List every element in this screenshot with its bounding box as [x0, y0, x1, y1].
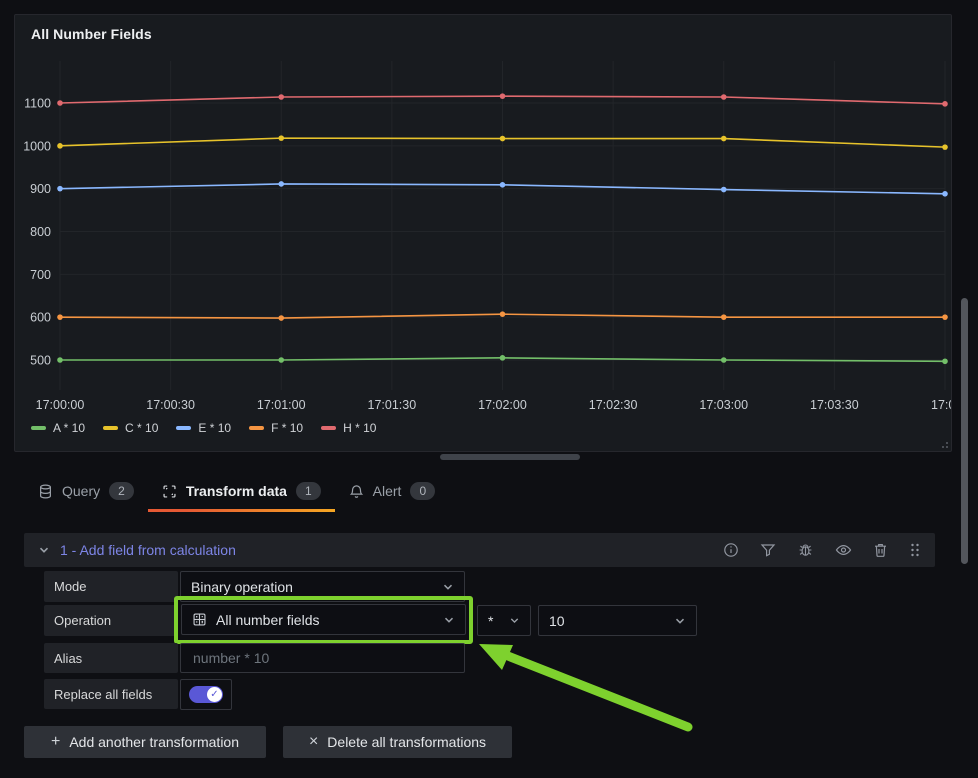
svg-text:17:00:00: 17:00:00	[36, 398, 85, 412]
svg-text:1100: 1100	[24, 97, 51, 111]
operation-left-select[interactable]: All number fields	[181, 604, 466, 635]
tab-alert-badge: 0	[410, 482, 435, 500]
legend-color-chip	[103, 426, 118, 430]
alias-input-wrapper	[180, 643, 465, 673]
calculator-icon	[192, 612, 207, 627]
svg-text:17:03:30: 17:03:30	[810, 398, 859, 412]
svg-text:17:02:00: 17:02:00	[478, 398, 527, 412]
chevron-down-icon[interactable]	[38, 544, 50, 556]
legend-label: C * 10	[125, 421, 158, 435]
timeseries-chart[interactable]: 17:00:00 17:00:30 17:01:00 17:01:30 17:02:00…	[15, 15, 951, 415]
legend-label: A * 10	[53, 421, 85, 435]
process-icon	[162, 484, 177, 499]
legend-color-chip	[321, 426, 336, 430]
operation-left-value: All number fields	[216, 612, 320, 628]
panel-resize-grip[interactable]	[940, 440, 948, 448]
trash-icon[interactable]	[873, 542, 888, 558]
svg-text:17:01:30: 17:01:30	[368, 398, 417, 412]
operation-right-select[interactable]: 10	[538, 605, 697, 636]
tab-query-label: Query	[62, 483, 100, 499]
mode-select-value: Binary operation	[191, 579, 293, 595]
svg-text:17:00:30: 17:00:30	[146, 398, 195, 412]
operation-right-value: 10	[549, 613, 565, 629]
legend-item[interactable]: A * 10	[31, 421, 85, 435]
tab-transform-badge: 1	[296, 482, 321, 500]
toggle-pill: ✓	[189, 686, 223, 703]
panel-editor-tabs: Query 2 Transform data 1 Alert 0	[24, 474, 449, 508]
svg-text:17:04:: 17:04:	[931, 398, 951, 412]
svg-text:700: 700	[30, 268, 51, 282]
operator-value: *	[488, 613, 493, 629]
tab-transform-data[interactable]: Transform data 1	[148, 474, 335, 508]
horizontal-scrollbar[interactable]	[440, 454, 580, 460]
chevron-down-icon	[442, 581, 454, 593]
chevron-down-icon	[674, 615, 686, 627]
tab-query-badge: 2	[109, 482, 134, 500]
transformation-actions	[723, 542, 921, 558]
legend-label: F * 10	[271, 421, 303, 435]
timeseries-panel: All Number Fields 17:00:0017:00:3017:01:…	[14, 14, 952, 452]
legend-item[interactable]: F * 10	[249, 421, 303, 435]
svg-text:900: 900	[30, 182, 51, 196]
legend-item[interactable]: C * 10	[103, 421, 158, 435]
replace-all-fields-toggle[interactable]: ✓	[180, 679, 232, 710]
legend-color-chip	[31, 426, 46, 430]
svg-text:800: 800	[30, 225, 51, 239]
bell-icon	[349, 484, 364, 499]
svg-text:17:02:30: 17:02:30	[589, 398, 638, 412]
svg-text:17:01:00: 17:01:00	[257, 398, 306, 412]
close-icon: ×	[309, 734, 318, 750]
info-circle-icon[interactable]	[723, 542, 739, 558]
legend-color-chip	[176, 426, 191, 430]
delete-transformations-button[interactable]: × Delete all transformations	[283, 726, 512, 758]
chevron-down-icon	[443, 614, 455, 626]
transformation-title[interactable]: 1 - Add field from calculation	[60, 542, 236, 558]
operation-field-label: Operation	[44, 605, 178, 636]
tab-alert[interactable]: Alert 0	[335, 474, 449, 508]
legend-color-chip	[249, 426, 264, 430]
legend-item[interactable]: H * 10	[321, 421, 376, 435]
delete-transformations-label: Delete all transformations	[327, 734, 486, 750]
mode-field-label: Mode	[44, 571, 178, 602]
eye-icon[interactable]	[835, 542, 852, 558]
alias-input[interactable]	[191, 649, 454, 667]
toggle-check-icon: ✓	[207, 687, 222, 702]
replace-all-fields-label: Replace all fields	[44, 679, 178, 709]
svg-text:600: 600	[30, 311, 51, 325]
chevron-down-icon	[509, 615, 520, 626]
legend-item[interactable]: E * 10	[176, 421, 231, 435]
drag-handle-icon[interactable]	[909, 542, 921, 558]
alias-field-label: Alias	[44, 643, 178, 673]
tab-query[interactable]: Query 2	[24, 474, 148, 508]
chart-legend: A * 10 C * 10 E * 10 F * 10 H * 10	[31, 419, 376, 437]
vertical-scrollbar[interactable]	[961, 298, 968, 564]
svg-text:1000: 1000	[23, 139, 51, 153]
svg-text:500: 500	[30, 354, 51, 368]
transformation-header[interactable]: 1 - Add field from calculation	[24, 533, 935, 567]
database-icon	[38, 484, 53, 499]
add-transformation-label: Add another transformation	[69, 734, 239, 750]
filter-icon[interactable]	[760, 542, 776, 558]
add-transformation-button[interactable]: + Add another transformation	[24, 726, 266, 758]
plus-icon: +	[51, 734, 60, 750]
operator-select[interactable]: *	[477, 605, 531, 636]
svg-text:17:03:00: 17:03:00	[699, 398, 748, 412]
tab-alert-label: Alert	[373, 483, 402, 499]
tab-transform-label: Transform data	[186, 483, 287, 499]
legend-label: H * 10	[343, 421, 376, 435]
legend-label: E * 10	[198, 421, 231, 435]
bug-icon[interactable]	[797, 542, 814, 558]
